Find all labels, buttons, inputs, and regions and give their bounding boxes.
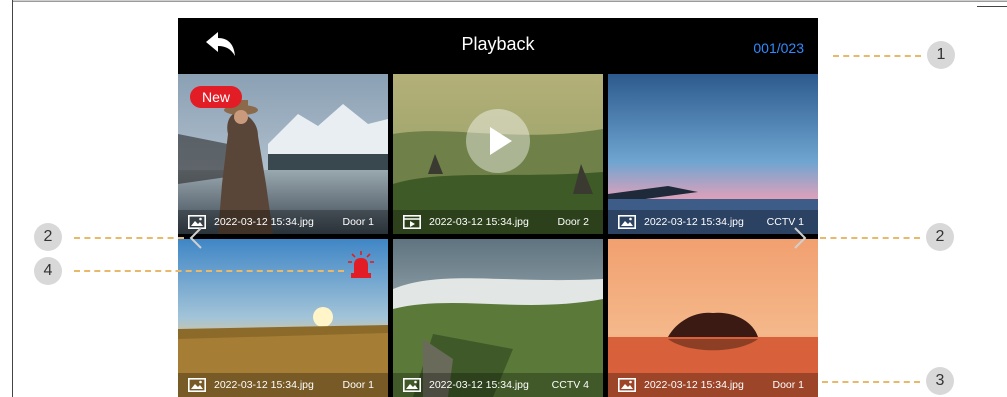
tile-filename: 2022-03-12 15:34.jpg (429, 216, 529, 228)
callout-marker: 4 (34, 257, 62, 285)
alarm-icon (348, 251, 374, 278)
top-bar: Playback 001/023 (178, 18, 818, 74)
next-page-arrow-icon[interactable] (792, 226, 808, 250)
tile-filename: 2022-03-12 15:34.jpg (429, 379, 529, 391)
callout-marker: 2 (34, 223, 62, 251)
thumbnail-tile[interactable]: 2022-03-12 15:34.jpg Door 1 (178, 239, 388, 397)
tile-info-bar: 2022-03-12 15:34.jpg CCTV 1 (608, 210, 818, 234)
tile-info-bar: 2022-03-12 15:34.jpg CCTV 4 (393, 373, 603, 397)
tile-source: Door 2 (557, 216, 589, 228)
page-title: Playback (461, 34, 535, 54)
callout-marker: 1 (927, 41, 955, 69)
tile-info-bar: 2022-03-12 15:34.jpg Door 2 (393, 210, 603, 234)
previous-page-arrow-icon[interactable] (188, 226, 204, 250)
thumbnail-grid: New 2022-03-12 15:34.jpg Door 1 2022-03-… (178, 74, 818, 397)
tile-source: Door 1 (772, 379, 804, 391)
photo-icon (618, 378, 636, 392)
page-counter: 001/023 (753, 40, 804, 56)
callout-leader-line (833, 55, 921, 57)
callout-marker: 2 (926, 223, 954, 251)
tile-source: Door 1 (342, 216, 374, 228)
tile-info-bar: 2022-03-12 15:34.jpg Door 1 (178, 373, 388, 397)
tile-info-bar: 2022-03-12 15:34.jpg Door 1 (608, 373, 818, 397)
video-icon (403, 215, 421, 229)
photo-icon (188, 378, 206, 392)
callout-leader-line (74, 270, 344, 272)
tile-filename: 2022-03-12 15:34.jpg (644, 216, 744, 228)
photo-icon (403, 378, 421, 392)
thumbnail-tile[interactable]: New 2022-03-12 15:34.jpg Door 1 (178, 74, 388, 234)
new-badge: New (190, 86, 243, 108)
callout-marker: 3 (926, 367, 954, 395)
document-frame-corner (977, 6, 1007, 7)
thumbnail-tile[interactable]: 2022-03-12 15:34.jpg Door 1 (608, 239, 818, 397)
tile-filename: 2022-03-12 15:34.jpg (214, 379, 314, 391)
playback-screen: Playback 001/023 New 2022-03-12 15:34.jp… (178, 18, 818, 397)
play-button[interactable] (466, 109, 530, 173)
callout-leader-line (74, 237, 184, 239)
tile-filename: 2022-03-12 15:34.jpg (644, 379, 744, 391)
document-frame-left (12, 0, 13, 397)
document-frame-top (12, 0, 1007, 2)
photo-icon (618, 215, 636, 229)
play-icon (490, 127, 512, 155)
tile-filename: 2022-03-12 15:34.jpg (214, 216, 314, 228)
tile-info-bar: 2022-03-12 15:34.jpg Door 1 (178, 210, 388, 234)
callout-leader-line (820, 237, 920, 239)
tile-source: Door 1 (342, 379, 374, 391)
tile-source: CCTV 4 (551, 379, 589, 391)
thumbnail-tile[interactable]: 2022-03-12 15:34.jpg CCTV 4 (393, 239, 603, 397)
callout-leader-line (822, 381, 920, 383)
thumbnail-tile[interactable]: 2022-03-12 15:34.jpg Door 2 (393, 74, 603, 234)
thumbnail-tile[interactable]: 2022-03-12 15:34.jpg CCTV 1 (608, 74, 818, 234)
